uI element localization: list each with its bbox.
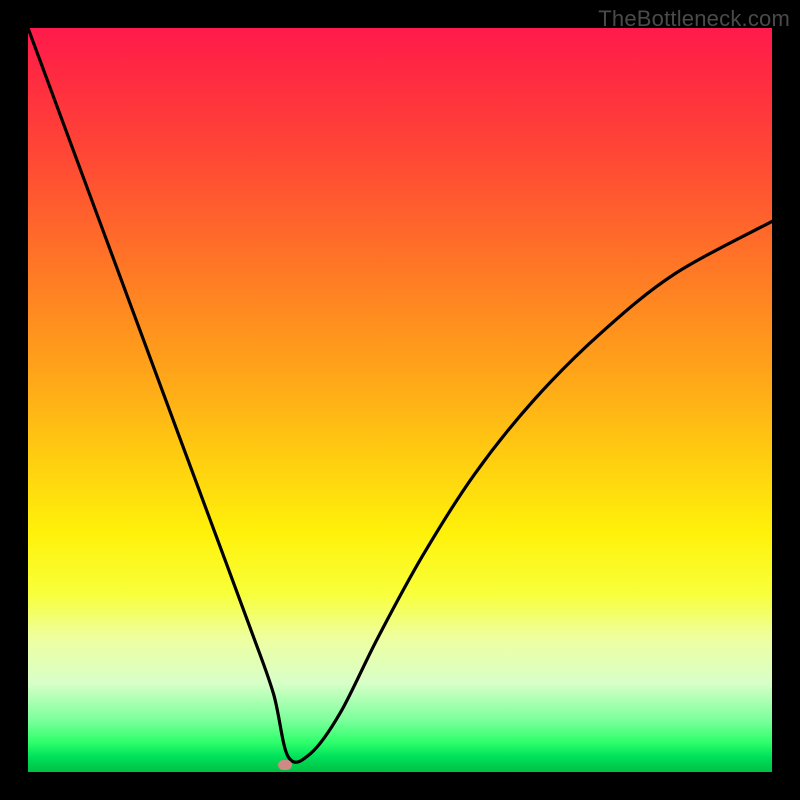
watermark-text: TheBottleneck.com <box>598 6 790 32</box>
optimal-point-marker <box>278 760 292 770</box>
plot-area <box>28 28 772 772</box>
chart-frame: TheBottleneck.com <box>0 0 800 800</box>
bottleneck-curve <box>28 28 772 772</box>
